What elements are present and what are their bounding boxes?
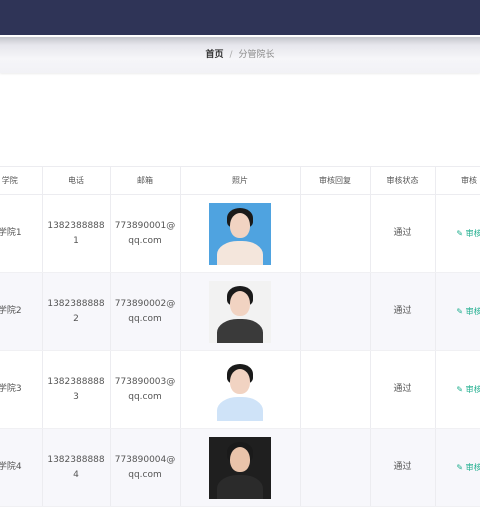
action-cell: ✎ 审核 [435,350,480,429]
photo-image [209,358,271,421]
photo-cell [180,272,301,351]
review-button[interactable]: ✎ 审核 [456,385,480,394]
edit-icon: ✎ [456,306,466,316]
action-cell: ✎ 审核 [435,272,480,351]
edit-icon: ✎ [456,228,466,238]
phone-cell: 13823888884 [42,428,111,507]
top-navbar [0,0,480,35]
photo-image [209,202,271,265]
reply-cell [300,350,371,429]
table-row: 学院2 13823888882 773890002@qq.com 通过 ✎ 审核 [0,272,480,351]
email-cell: 773890004@qq.com [110,428,181,507]
status-cell: 通过 [370,350,436,429]
photo-image [209,280,271,343]
phone-text: 13823888881 [47,220,105,246]
action-cell: ✎ 审核 [435,194,480,273]
email-cell: 773890001@qq.com [110,194,181,273]
edit-icon: ✎ [456,384,466,394]
reply-cell [300,194,371,273]
column-header-email: 邮箱 [110,166,181,195]
review-button[interactable]: ✎ 审核 [456,463,480,472]
column-header-college: 学院 [0,166,43,195]
breadcrumb-home[interactable]: 首页 [205,50,223,60]
column-header-phone: 电话 [42,166,111,195]
college-cell: 学院4 [0,428,43,507]
phone-text: 13823888884 [47,454,105,480]
table-row: 学院4 13823888884 773890004@qq.com 通过 ✎ 审核 [0,428,480,507]
photo-cell [180,428,301,507]
table-header-row: 学院 电话 邮箱 照片 审核回复 审核状态 审核 [0,166,480,195]
phone-text: 13823888883 [47,376,105,402]
phone-cell: 13823888883 [42,350,111,429]
status-cell: 通过 [370,428,436,507]
email-text: 773890004@qq.com [114,454,176,480]
college-cell: 学院1 [0,194,43,273]
status-cell: 通过 [370,194,436,273]
review-button[interactable]: ✎ 审核 [456,307,480,316]
edit-icon: ✎ [456,462,466,472]
breadcrumb-current: 分管院长 [238,50,275,60]
review-label: 审核 [465,228,480,238]
photo-cell [180,194,301,273]
email-cell: 773890003@qq.com [110,350,181,429]
table-row: 学院3 13823888883 773890003@qq.com 通过 ✎ 审核 [0,350,480,429]
column-header-reply: 审核回复 [300,166,371,195]
column-header-photo: 照片 [180,166,301,195]
review-button[interactable]: ✎ 审核 [456,229,480,238]
email-text: 773890002@qq.com [114,298,176,324]
review-label: 审核 [465,384,480,394]
photo-cell [180,350,301,429]
column-header-status: 审核状态 [370,166,436,195]
data-table: 学院 电话 邮箱 照片 审核回复 审核状态 审核 学院1 13823888881… [0,166,480,507]
phone-cell: 13823888882 [42,272,111,351]
breadcrumb-separator: / [229,50,233,60]
email-text: 773890001@qq.com [114,220,176,246]
college-cell: 学院3 [0,350,43,429]
email-text: 773890003@qq.com [114,376,176,402]
column-header-action: 审核 [435,166,480,195]
action-cell: ✎ 审核 [435,428,480,507]
status-cell: 通过 [370,272,436,351]
college-cell: 学院2 [0,272,43,351]
review-label: 审核 [465,462,480,472]
breadcrumb: 首页 / 分管院长 [0,47,480,60]
table-row: 学院1 13823888881 773890001@qq.com 通过 ✎ 审核 [0,194,480,273]
reply-cell [300,272,371,351]
photo-image [209,436,271,499]
review-label: 审核 [465,306,480,316]
reply-cell [300,428,371,507]
email-cell: 773890002@qq.com [110,272,181,351]
phone-text: 13823888882 [47,298,105,324]
phone-cell: 13823888881 [42,194,111,273]
